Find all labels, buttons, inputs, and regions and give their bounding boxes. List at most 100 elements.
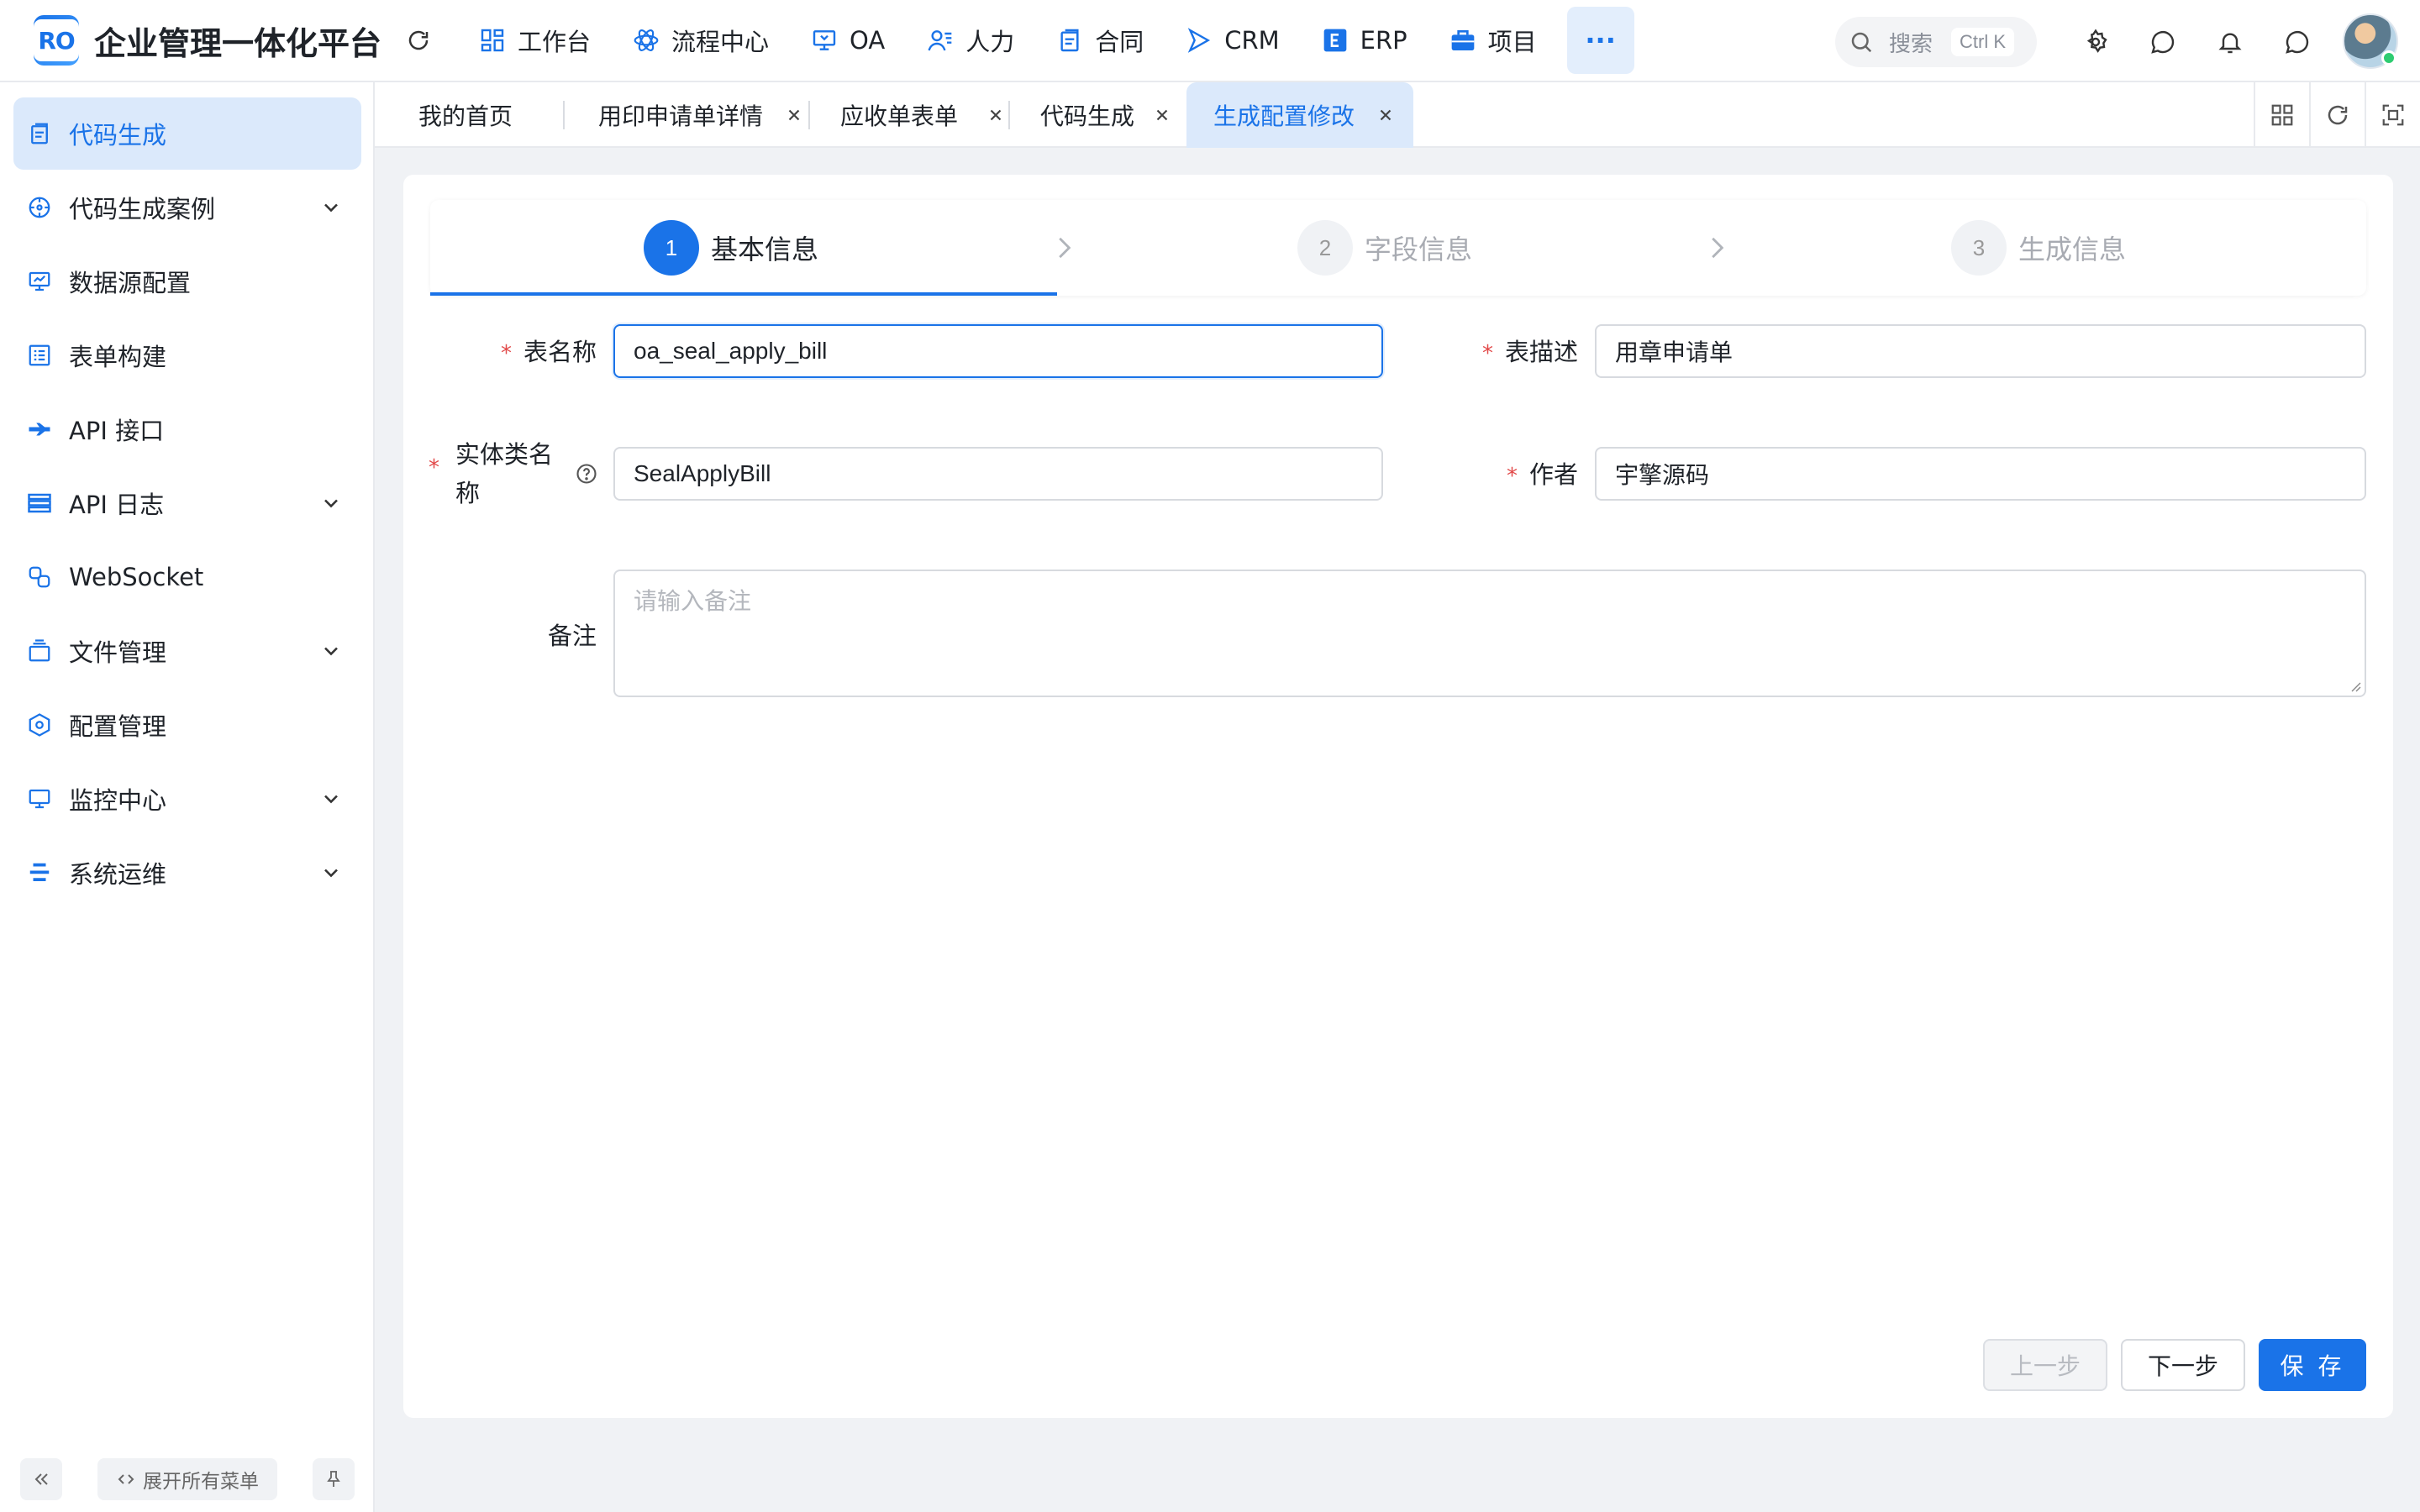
table-desc-value: 用章申请单 [1615, 339, 1733, 365]
search-placeholder: 搜索 [1889, 31, 1933, 57]
topnav-item-hr[interactable]: 人力 [910, 7, 1031, 74]
collapse-sidebar-button[interactable] [20, 1458, 62, 1500]
sidebar-item-config[interactable]: 配置管理 [13, 689, 361, 761]
close-icon[interactable] [986, 106, 1005, 124]
table-name-value: oa_seal_apply_bill [634, 338, 828, 364]
sidebar-item-label: WebSocket [69, 563, 204, 591]
sidebar-item-api-log[interactable]: API 日志 [13, 467, 361, 539]
chevron-right-icon [1701, 232, 1733, 264]
topnav-label: ERP [1360, 26, 1407, 55]
sidebar-item-form-builder[interactable]: 表单构建 [13, 319, 361, 391]
table-name-input[interactable]: oa_seal_apply_bill [613, 324, 1383, 378]
topnav-item-contract[interactable]: 合同 [1039, 7, 1160, 74]
topnav-item-workbench[interactable]: 工作台 [462, 7, 608, 74]
tab-label: 生成配置修改 [1213, 102, 1355, 130]
step-field-info[interactable]: 2 字段信息 [1297, 200, 1472, 296]
chevron-down-icon [319, 639, 343, 663]
tab-seal-apply-detail[interactable]: 用印申请单详情 [565, 82, 817, 148]
topnav-item-crm[interactable]: CRM [1169, 7, 1296, 74]
chevron-right-icon [1048, 232, 1080, 264]
remark-textarea[interactable]: 请输入备注 [613, 570, 2366, 697]
sidebar-item-monitor[interactable]: 监控中心 [13, 763, 361, 835]
close-icon[interactable] [785, 106, 803, 124]
step-gen-info[interactable]: 3 生成信息 [1951, 200, 2126, 296]
help-circle-icon[interactable] [575, 462, 598, 486]
log-icon [27, 491, 52, 516]
table-name-label: * 表名称 [496, 333, 597, 368]
chat-icon[interactable] [2138, 17, 2188, 67]
message-icon[interactable] [2272, 17, 2323, 67]
topnav-item-workflow[interactable]: 流程中心 [616, 7, 786, 74]
sidebar-item-api[interactable]: API 接口 [13, 393, 361, 465]
workflow-icon [633, 27, 660, 54]
app-logo: RO [34, 15, 79, 66]
steps-bar: 1 基本信息 2 字段信息 3 生成信息 [430, 200, 2366, 296]
form-icon [27, 343, 52, 368]
entity-name-label-line1: 实体类名 [455, 440, 554, 469]
config-icon [27, 712, 52, 738]
tab-codegen[interactable]: 代码生成 [1010, 82, 1186, 148]
entity-name-value: SealApplyBill [634, 460, 771, 486]
search-input[interactable]: 搜索 Ctrl K [1835, 17, 2037, 67]
tab-refresh-icon[interactable] [2309, 82, 2365, 148]
close-icon[interactable] [1153, 106, 1171, 124]
next-step-button[interactable]: 下一步 [2121, 1339, 2245, 1391]
tab-home[interactable]: 我的首页 [375, 82, 561, 148]
prev-step-button[interactable]: 上一步 [1983, 1339, 2107, 1391]
table-desc-label-text: 表描述 [1504, 338, 1578, 366]
sidebar-item-file-management[interactable]: 文件管理 [13, 615, 361, 687]
more-menu-button[interactable]: ··· [1566, 7, 1634, 74]
topnav-item-project[interactable]: 项目 [1433, 7, 1554, 74]
tab-receivable-form[interactable]: 应收单表单 [810, 82, 1020, 148]
sidebar-item-label: 表单构建 [69, 343, 167, 371]
chevron-down-icon [319, 787, 343, 811]
step-label: 生成信息 [2018, 234, 2127, 265]
table-desc-input[interactable]: 用章申请单 [1595, 324, 2366, 378]
tab-tools [2254, 82, 2420, 148]
entity-name-input[interactable]: SealApplyBill [613, 447, 1383, 501]
tab-label: 代码生成 [1040, 102, 1135, 130]
settings-gear-icon[interactable] [2070, 17, 2121, 67]
tab-gen-config-edit[interactable]: 生成配置修改 [1186, 82, 1413, 148]
sidebar-item-datasource[interactable]: 数据源配置 [13, 245, 361, 318]
chevron-down-icon [319, 861, 343, 885]
sidebar: 代码生成 代码生成案例 数据源配置 表单构建 API 接口 API 日志 Web… [0, 82, 375, 1512]
step-label: 基本信息 [711, 234, 819, 265]
close-icon[interactable] [1376, 106, 1395, 124]
step-number: 1 [644, 220, 699, 276]
expand-all-menus-button[interactable]: 展开所有菜单 [97, 1458, 277, 1500]
resize-handle-icon[interactable] [2349, 680, 2361, 692]
sidebar-item-label: 数据源配置 [69, 269, 192, 297]
topnav-item-oa[interactable]: OA [794, 7, 902, 74]
sidebar-item-codegen-examples[interactable]: 代码生成案例 [13, 171, 361, 244]
sidebar-item-codegen[interactable]: 代码生成 [13, 97, 361, 170]
pin-sidebar-button[interactable] [313, 1458, 355, 1500]
sidebar-footer: 展开所有菜单 [0, 1452, 375, 1512]
step-basic-info[interactable]: 1 基本信息 [644, 200, 818, 296]
required-mark: * [1506, 464, 1518, 489]
author-input[interactable]: 宇擎源码 [1595, 447, 2366, 501]
main-card: 1 基本信息 2 字段信息 3 生成信息 * 表名称 oa_seal_apply_… [403, 175, 2393, 1418]
tab-grid-icon[interactable] [2254, 82, 2309, 148]
step-number: 3 [1951, 220, 2007, 276]
tab-label: 应收单表单 [840, 102, 959, 130]
sidebar-item-ops[interactable]: 系统运维 [13, 837, 361, 909]
remark-placeholder: 请输入备注 [634, 587, 752, 615]
table-name-label-text: 表名称 [523, 338, 597, 366]
refresh-icon[interactable] [402, 24, 435, 57]
online-status-dot [2381, 50, 2396, 66]
chevron-down-icon [319, 491, 343, 515]
bell-icon[interactable] [2205, 17, 2255, 67]
top-nav: 工作台 流程中心 OA 人力 合同 CRM ERP 项目 ··· [462, 0, 1634, 81]
topnav-item-erp[interactable]: ERP [1305, 7, 1424, 74]
sidebar-item-websocket[interactable]: WebSocket [13, 541, 361, 613]
brand[interactable]: RO 企业管理一体化平台 [34, 15, 381, 66]
save-button[interactable]: 保 存 [2259, 1339, 2366, 1391]
search-icon [1849, 29, 1874, 55]
author-label-text: 作者 [1528, 460, 1578, 489]
people-icon [927, 27, 954, 54]
header-actions [2070, 17, 2339, 67]
fullscreen-icon[interactable] [2365, 82, 2420, 148]
logo-text: RO [34, 19, 79, 61]
sidebar-item-label: API 接口 [69, 417, 165, 445]
